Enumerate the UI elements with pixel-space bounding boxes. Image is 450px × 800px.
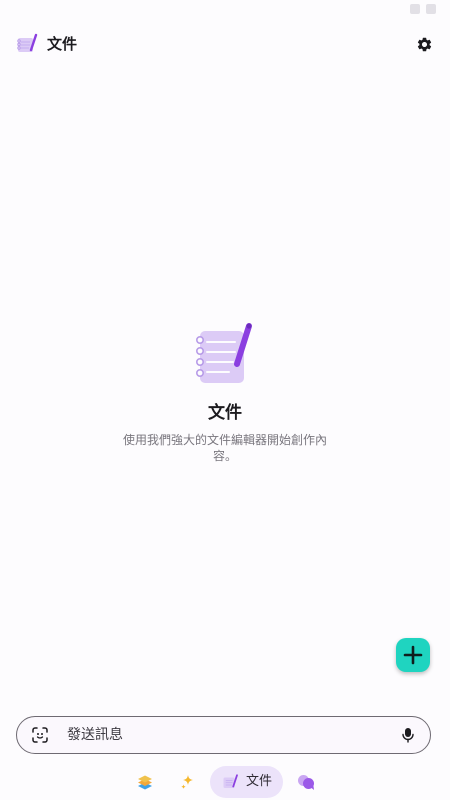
status-bar [0, 0, 450, 22]
scan-icon[interactable] [32, 727, 48, 743]
nav-item-layers[interactable] [131, 766, 159, 798]
nav-item-sparkle[interactable] [174, 766, 202, 798]
document-icon [17, 33, 38, 52]
top-app-bar: 文件 [0, 26, 450, 64]
battery-icon [426, 4, 436, 14]
nav-item-documents-label: 文件 [246, 774, 273, 789]
message-composer[interactable]: 發送訊息 [16, 716, 431, 754]
status-icons [410, 4, 436, 14]
settings-button[interactable] [412, 32, 436, 56]
add-document-button[interactable] [396, 638, 430, 672]
notebook-pencil-icon [195, 323, 252, 383]
nav-item-chat[interactable] [292, 766, 320, 798]
empty-state-title: 文件 [208, 403, 242, 423]
page-title: 文件 [47, 35, 78, 53]
document-icon [223, 774, 238, 788]
empty-state-description: 使用我們強大的文件編輯器開始創作內容。 [122, 433, 327, 463]
message-input[interactable]: 發送訊息 [67, 726, 123, 744]
plus-icon [403, 645, 423, 665]
gear-icon [417, 37, 431, 51]
microphone-icon[interactable] [401, 727, 415, 743]
layers-icon [138, 775, 152, 790]
wifi-icon [410, 4, 420, 14]
bottom-navigation: 文件 [0, 764, 450, 800]
empty-state: 文件 使用我們強大的文件編輯器開始創作內容。 [0, 322, 450, 464]
chat-bubbles-icon [298, 775, 314, 790]
nav-item-documents[interactable]: 文件 [210, 766, 283, 798]
sparkle-icon [181, 775, 193, 789]
